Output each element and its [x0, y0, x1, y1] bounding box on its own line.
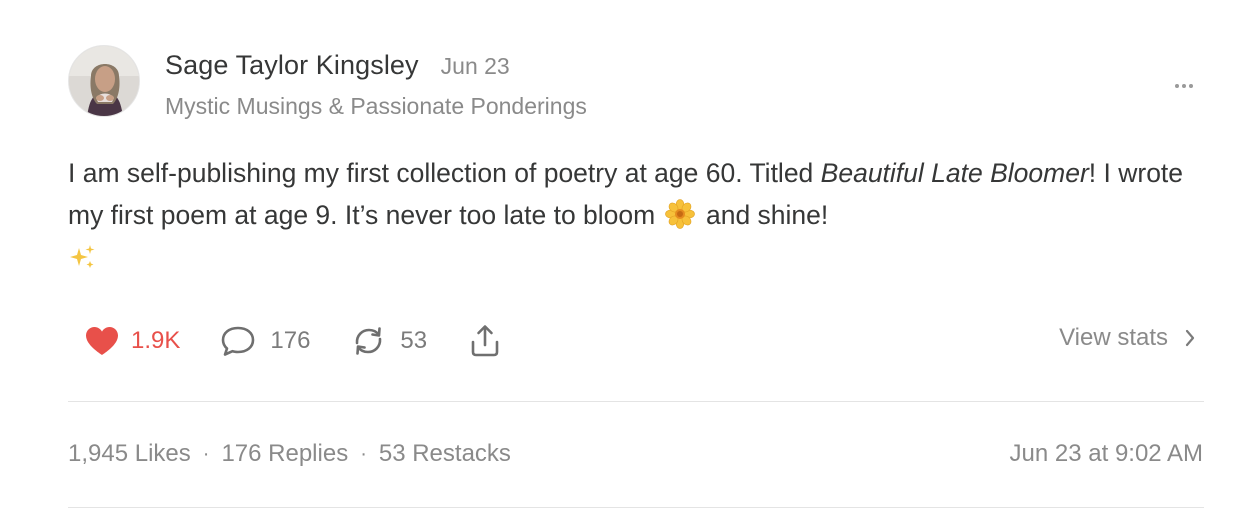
restack-count: 53 [400, 327, 428, 354]
author-name[interactable]: Sage Taylor Kingsley [165, 50, 419, 81]
separator-dot: · [360, 442, 367, 465]
view-stats-label: View stats [1059, 324, 1168, 351]
action-bar: 1.9K 176 53 [84, 320, 543, 362]
avatar-image [69, 46, 139, 116]
restack-button[interactable]: 53 [350, 324, 427, 358]
author-row: Sage Taylor Kingsley Jun 23 [165, 50, 510, 84]
more-options-button[interactable] [1168, 74, 1200, 98]
publication-name[interactable]: Mystic Musings & Passionate Ponderings [165, 93, 587, 120]
comment-bubble-icon [222, 326, 255, 356]
restacks-total[interactable]: 53 Restacks [379, 440, 511, 468]
reply-button[interactable]: 176 [220, 324, 310, 358]
reply-count: 176 [270, 327, 311, 354]
share-button[interactable] [467, 323, 503, 359]
heart-icon [86, 327, 118, 355]
author-avatar[interactable] [68, 45, 140, 117]
post-card: Sage Taylor Kingsley Jun 23 Mystic Musin… [0, 0, 1246, 514]
blossom-emoji-icon [664, 199, 695, 229]
replies-total[interactable]: 176 Replies [221, 440, 348, 468]
view-stats-link[interactable]: View stats [1059, 324, 1196, 352]
post-timestamp: Jun 23 at 9:02 AM [1009, 440, 1203, 467]
post-body-text-3: and shine! [705, 200, 829, 230]
separator-dot: · [202, 442, 210, 465]
share-icon [471, 325, 499, 357]
sparkles-emoji-icon [70, 245, 95, 268]
likes-total[interactable]: 1,945 Likes [68, 440, 191, 468]
restack-icon [356, 327, 382, 355]
engagement-summary: 1,945 Likes · 176 Replies · 53 Restacks [68, 440, 511, 468]
post-date[interactable]: Jun 23 [441, 53, 510, 80]
more-horizontal-icon [1174, 84, 1195, 88]
divider [68, 401, 1204, 402]
like-count: 1.9K [131, 327, 181, 354]
divider [68, 507, 1204, 508]
post-body-text-1: I am self-publishing my first collection… [68, 158, 821, 188]
chevron-right-icon [1185, 329, 1195, 347]
like-button[interactable]: 1.9K [84, 325, 180, 357]
book-title: Beautiful Late Bloomer [820, 158, 1089, 188]
post-body: I am self-publishing my first collection… [68, 152, 1198, 278]
